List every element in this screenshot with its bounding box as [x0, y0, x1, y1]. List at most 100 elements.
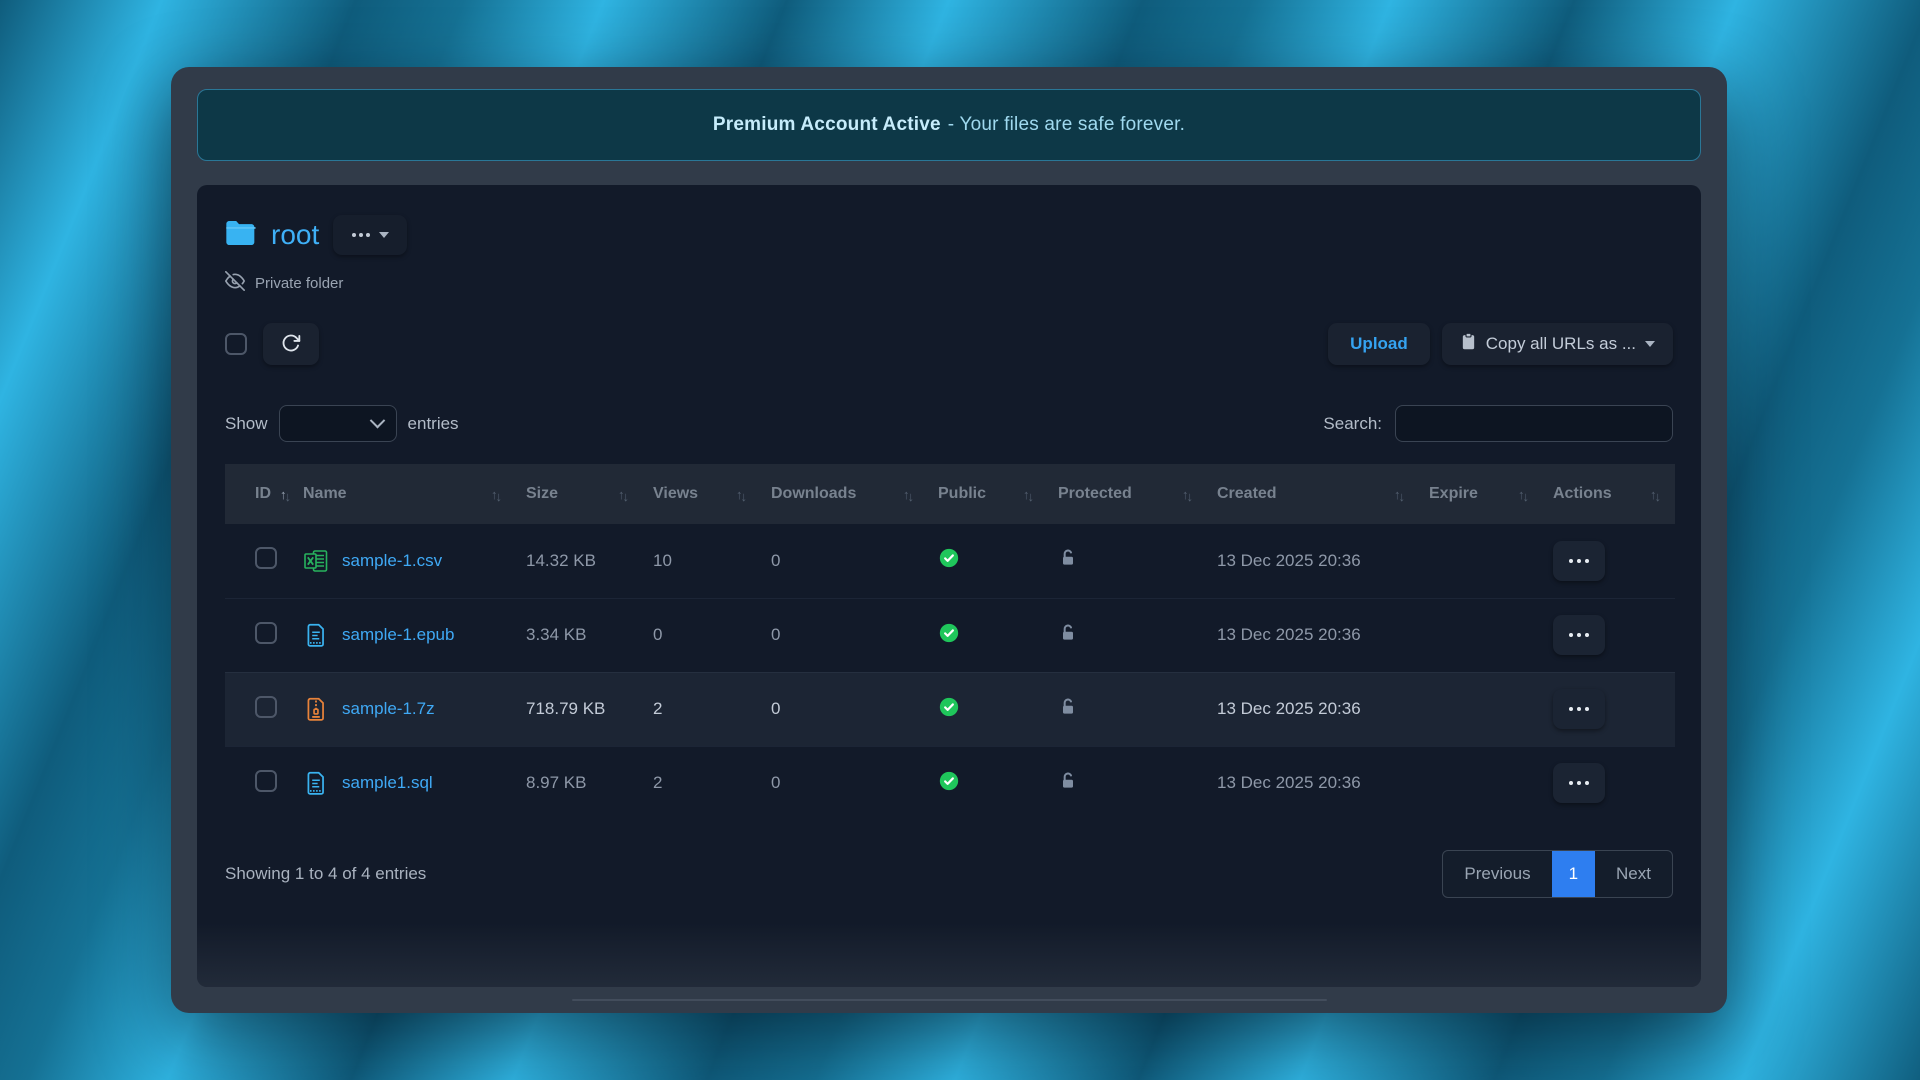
show-label: Show	[225, 414, 268, 434]
table-controls: Show entries Search:	[225, 405, 1673, 442]
file-downloads: 0	[771, 672, 938, 746]
sort-icon: ↑↓	[1518, 487, 1527, 502]
premium-banner-message: - Your files are safe forever.	[948, 114, 1185, 136]
unlocked-padlock-icon	[1058, 622, 1078, 644]
file-size: 8.97 KB	[526, 746, 653, 820]
privacy-label: Private folder	[255, 275, 343, 292]
archive-file-icon	[303, 696, 329, 722]
sort-icon: ↑↓	[618, 487, 627, 502]
privacy-row: Private folder	[225, 271, 1673, 295]
chevron-down-icon	[1645, 341, 1655, 347]
entries-label: entries	[408, 414, 459, 434]
folder-panel: root Private folder Upload	[197, 185, 1701, 987]
row-checkbox[interactable]	[255, 696, 277, 718]
file-expire	[1429, 672, 1553, 746]
column-header-created[interactable]: Created↑↓	[1217, 464, 1429, 524]
row-actions-button[interactable]	[1553, 541, 1605, 581]
sort-icon: ↑↓	[491, 487, 500, 502]
ellipsis-icon	[352, 233, 370, 237]
folder-title: root	[271, 219, 319, 251]
column-header-actions[interactable]: Actions↑↓	[1553, 464, 1675, 524]
check-circle-icon	[938, 547, 960, 569]
file-size: 14.32 KB	[526, 524, 653, 598]
bottom-divider	[572, 999, 1327, 1001]
column-header-size[interactable]: Size↑↓	[526, 464, 653, 524]
file-link[interactable]: sample-1.7z	[342, 699, 435, 719]
file-created: 13 Dec 2025 20:36	[1217, 598, 1429, 672]
main-window: Premium Account Active - Your files are …	[171, 67, 1727, 1013]
file-created: 13 Dec 2025 20:36	[1217, 746, 1429, 820]
document-file-icon	[303, 622, 329, 648]
folder-menu-button[interactable]	[333, 215, 407, 255]
sort-icon: ↑↓	[280, 487, 289, 502]
refresh-button[interactable]	[263, 323, 319, 365]
file-created: 13 Dec 2025 20:36	[1217, 672, 1429, 746]
chevron-down-icon	[369, 413, 385, 429]
unlocked-padlock-icon	[1058, 547, 1078, 569]
table-row: sample-1.csv 14.32 KB 10 0 13 Dec 2025 2…	[225, 524, 1675, 598]
copy-all-urls-button[interactable]: Copy all URLs as ...	[1442, 323, 1673, 365]
file-expire	[1429, 598, 1553, 672]
row-checkbox[interactable]	[255, 770, 277, 792]
column-header-protected[interactable]: Protected↑↓	[1058, 464, 1217, 524]
refresh-icon	[281, 333, 301, 356]
current-page-button[interactable]: 1	[1552, 851, 1595, 897]
table-footer: Showing 1 to 4 of 4 entries Previous 1 N…	[225, 850, 1673, 898]
column-header-expire[interactable]: Expire↑↓	[1429, 464, 1553, 524]
row-actions-button[interactable]	[1553, 689, 1605, 729]
file-views: 2	[653, 672, 771, 746]
copy-all-urls-label: Copy all URLs as ...	[1486, 334, 1636, 354]
file-link[interactable]: sample1.sql	[342, 773, 433, 793]
file-downloads: 0	[771, 746, 938, 820]
page-size-select[interactable]	[279, 405, 397, 442]
column-header-views[interactable]: Views↑↓	[653, 464, 771, 524]
row-checkbox[interactable]	[255, 547, 277, 569]
spreadsheet-file-icon	[303, 548, 329, 574]
toolbar: Upload Copy all URLs as ...	[225, 323, 1673, 365]
unlocked-padlock-icon	[1058, 696, 1078, 718]
sort-icon: ↑↓	[1394, 487, 1403, 502]
sort-icon: ↑↓	[1650, 487, 1659, 502]
row-actions-button[interactable]	[1553, 763, 1605, 803]
upload-button[interactable]: Upload	[1328, 323, 1430, 365]
file-downloads: 0	[771, 524, 938, 598]
table-row: sample-1.epub 3.34 KB 0 0 13 Dec 2025 20…	[225, 598, 1675, 672]
folder-icon	[225, 219, 257, 252]
search-label: Search:	[1323, 414, 1382, 434]
unlocked-padlock-icon	[1058, 770, 1078, 792]
file-link[interactable]: sample-1.csv	[342, 551, 442, 571]
column-header-downloads[interactable]: Downloads↑↓	[771, 464, 938, 524]
pagination: Previous 1 Next	[1442, 850, 1673, 898]
file-expire	[1429, 524, 1553, 598]
select-all-checkbox[interactable]	[225, 333, 247, 355]
column-header-name[interactable]: Name↑↓	[303, 464, 526, 524]
file-views: 2	[653, 746, 771, 820]
column-header-id[interactable]: ID↑↓	[225, 464, 303, 524]
table-row: sample-1.7z 718.79 KB 2 0 13 Dec 2025 20…	[225, 672, 1675, 746]
file-size: 3.34 KB	[526, 598, 653, 672]
document-file-icon	[303, 770, 329, 796]
sort-icon: ↑↓	[903, 487, 912, 502]
chevron-down-icon	[379, 232, 389, 238]
sort-icon: ↑↓	[736, 487, 745, 502]
file-link[interactable]: sample-1.epub	[342, 625, 454, 645]
files-table: ID↑↓ Name↑↓ Size↑↓ Views↑↓ Downloads↑↓ P…	[225, 464, 1675, 820]
file-expire	[1429, 746, 1553, 820]
check-circle-icon	[938, 770, 960, 792]
table-row: sample1.sql 8.97 KB 2 0 13 Dec 2025 20:3…	[225, 746, 1675, 820]
check-circle-icon	[938, 622, 960, 644]
sort-icon: ↑↓	[1182, 487, 1191, 502]
premium-banner: Premium Account Active - Your files are …	[197, 89, 1701, 161]
entries-summary: Showing 1 to 4 of 4 entries	[225, 864, 426, 884]
premium-banner-highlight: Premium Account Active	[713, 114, 941, 136]
row-checkbox[interactable]	[255, 622, 277, 644]
search-input[interactable]	[1395, 405, 1673, 442]
check-circle-icon	[938, 696, 960, 718]
column-header-public[interactable]: Public↑↓	[938, 464, 1058, 524]
previous-page-button[interactable]: Previous	[1443, 851, 1551, 897]
row-actions-button[interactable]	[1553, 615, 1605, 655]
file-downloads: 0	[771, 598, 938, 672]
file-created: 13 Dec 2025 20:36	[1217, 524, 1429, 598]
next-page-button[interactable]: Next	[1595, 851, 1672, 897]
file-size: 718.79 KB	[526, 672, 653, 746]
